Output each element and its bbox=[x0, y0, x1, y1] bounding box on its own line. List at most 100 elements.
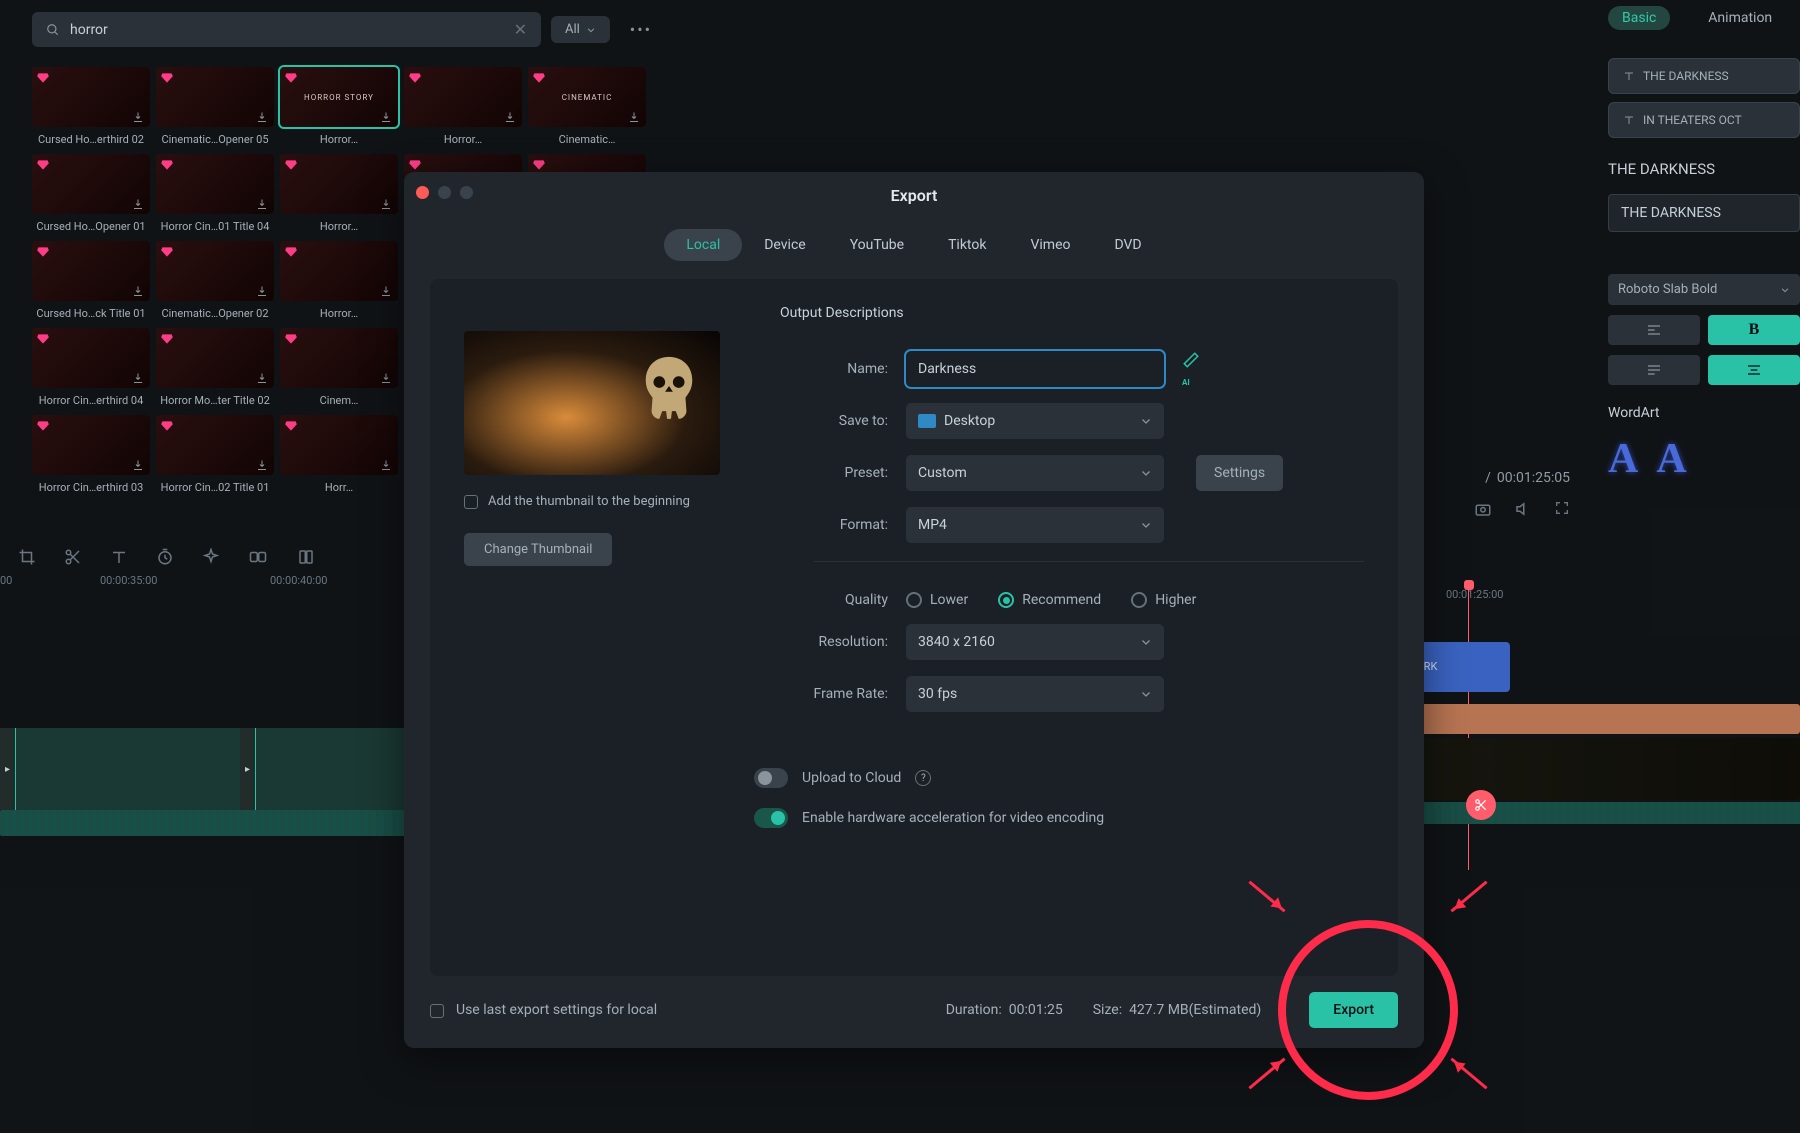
asset-item[interactable]: Horr… bbox=[280, 415, 398, 494]
download-icon[interactable] bbox=[380, 198, 392, 210]
download-icon[interactable] bbox=[380, 372, 392, 384]
close-window-button[interactable] bbox=[416, 186, 429, 199]
asset-thumbnail[interactable]: CINEMATIC bbox=[528, 67, 646, 127]
asset-thumbnail[interactable] bbox=[156, 328, 274, 388]
asset-item[interactable]: Cinematic…Opener 02 bbox=[156, 241, 274, 320]
asset-thumbnail[interactable] bbox=[280, 241, 398, 301]
asset-thumbnail[interactable] bbox=[32, 415, 150, 475]
minimize-window-button[interactable] bbox=[438, 186, 451, 199]
text-layer-item[interactable]: THE DARKNESS bbox=[1608, 58, 1800, 94]
add-thumbnail-checkbox[interactable] bbox=[464, 495, 478, 509]
justify-center-button[interactable] bbox=[1708, 355, 1800, 385]
asset-item[interactable]: Horror Cin…erthird 03 bbox=[32, 415, 150, 494]
asset-item[interactable]: Horror Cin…02 Title 01 bbox=[156, 415, 274, 494]
export-tab-local[interactable]: Local bbox=[664, 229, 742, 261]
quality-radio-higher[interactable]: Higher bbox=[1131, 592, 1196, 608]
download-icon[interactable] bbox=[132, 372, 144, 384]
download-icon[interactable] bbox=[256, 459, 268, 471]
text-icon[interactable] bbox=[110, 548, 128, 566]
upload-cloud-toggle[interactable] bbox=[754, 768, 788, 788]
export-button[interactable]: Export bbox=[1309, 992, 1398, 1028]
tab-animation[interactable]: Animation bbox=[1694, 6, 1786, 30]
keyframe-icon[interactable] bbox=[296, 548, 316, 566]
cut-button[interactable] bbox=[1466, 790, 1496, 820]
wordart-preset[interactable]: A bbox=[1608, 435, 1638, 483]
quality-radio-recommend[interactable]: Recommend bbox=[998, 592, 1101, 608]
use-last-checkbox[interactable] bbox=[430, 1004, 444, 1018]
asset-thumbnail[interactable] bbox=[280, 328, 398, 388]
export-tab-vimeo[interactable]: Vimeo bbox=[1008, 229, 1092, 261]
mask-icon[interactable] bbox=[248, 548, 268, 566]
asset-item[interactable]: Cursed Ho…erthird 02 bbox=[32, 67, 150, 146]
download-icon[interactable] bbox=[132, 459, 144, 471]
asset-item[interactable]: Horror… bbox=[280, 241, 398, 320]
download-icon[interactable] bbox=[132, 285, 144, 297]
asset-thumbnail[interactable] bbox=[156, 241, 274, 301]
export-tab-device[interactable]: Device bbox=[742, 229, 827, 261]
asset-thumbnail[interactable] bbox=[32, 154, 150, 214]
asset-thumbnail[interactable] bbox=[156, 67, 274, 127]
asset-item[interactable]: Horror… bbox=[404, 67, 522, 146]
asset-thumbnail[interactable]: HORROR STORY bbox=[280, 67, 398, 127]
asset-item[interactable]: Horror Cin…erthird 04 bbox=[32, 328, 150, 407]
wordart-preset[interactable]: A bbox=[1656, 435, 1686, 483]
asset-thumbnail[interactable] bbox=[32, 328, 150, 388]
tab-basic[interactable]: Basic bbox=[1608, 6, 1670, 30]
export-tab-tiktok[interactable]: Tiktok bbox=[926, 229, 1008, 261]
download-icon[interactable] bbox=[256, 372, 268, 384]
speaker-icon[interactable] bbox=[1514, 500, 1532, 518]
asset-item[interactable]: Horror Cin…01 Title 04 bbox=[156, 154, 274, 233]
export-tab-youtube[interactable]: YouTube bbox=[828, 229, 926, 261]
asset-item[interactable]: Cinematic…Opener 05 bbox=[156, 67, 274, 146]
search-input[interactable] bbox=[70, 22, 504, 38]
save-to-select[interactable]: Desktop bbox=[906, 403, 1164, 439]
download-icon[interactable] bbox=[256, 198, 268, 210]
download-icon[interactable] bbox=[256, 111, 268, 123]
font-family-select[interactable]: Roboto Slab Bold bbox=[1608, 274, 1800, 305]
asset-thumbnail[interactable] bbox=[156, 415, 274, 475]
title-input[interactable]: THE DARKNESS bbox=[1608, 194, 1800, 232]
asset-thumbnail[interactable] bbox=[156, 154, 274, 214]
asset-item[interactable]: Horror… bbox=[280, 154, 398, 233]
preset-settings-button[interactable]: Settings bbox=[1196, 455, 1283, 491]
name-input[interactable] bbox=[906, 351, 1164, 387]
resolution-select[interactable]: 3840 x 2160 bbox=[906, 624, 1164, 660]
preset-select[interactable]: Custom bbox=[906, 455, 1164, 491]
download-icon[interactable] bbox=[380, 285, 392, 297]
download-icon[interactable] bbox=[132, 198, 144, 210]
justify-left-button[interactable] bbox=[1608, 355, 1700, 385]
fullscreen-icon[interactable] bbox=[1554, 500, 1570, 518]
asset-thumbnail[interactable] bbox=[32, 67, 150, 127]
asset-thumbnail[interactable] bbox=[280, 154, 398, 214]
effects-icon[interactable] bbox=[202, 548, 220, 566]
search-box[interactable]: ✕ bbox=[32, 12, 541, 47]
download-icon[interactable] bbox=[132, 111, 144, 123]
asset-item[interactable]: Cinem… bbox=[280, 328, 398, 407]
clip-handle[interactable]: ▸ bbox=[240, 728, 256, 810]
bold-button[interactable]: B bbox=[1708, 315, 1800, 345]
change-thumbnail-button[interactable]: Change Thumbnail bbox=[464, 533, 612, 566]
maximize-window-button[interactable] bbox=[460, 186, 473, 199]
download-icon[interactable] bbox=[256, 285, 268, 297]
quality-radio-lower[interactable]: Lower bbox=[906, 592, 968, 608]
help-icon[interactable]: ? bbox=[915, 770, 931, 786]
hw-accel-toggle[interactable] bbox=[754, 808, 788, 828]
export-tab-dvd[interactable]: DVD bbox=[1092, 229, 1163, 261]
asset-item[interactable]: CINEMATICCinematic… bbox=[528, 67, 646, 146]
scissors-icon[interactable] bbox=[64, 548, 82, 566]
fps-select[interactable]: 30 fps bbox=[906, 676, 1164, 712]
asset-item[interactable]: Cursed Ho…Opener 01 bbox=[32, 154, 150, 233]
asset-thumbnail[interactable] bbox=[280, 415, 398, 475]
clip-handle[interactable]: ▸ bbox=[0, 728, 16, 810]
align-left-button[interactable] bbox=[1608, 315, 1700, 345]
asset-thumbnail[interactable] bbox=[404, 67, 522, 127]
asset-thumbnail[interactable] bbox=[32, 241, 150, 301]
crop-icon[interactable] bbox=[18, 548, 36, 566]
text-layer-item[interactable]: IN THEATERS OCT bbox=[1608, 102, 1800, 138]
timer-icon[interactable] bbox=[156, 548, 174, 566]
format-select[interactable]: MP4 bbox=[906, 507, 1164, 543]
more-icon[interactable]: ••• bbox=[620, 14, 662, 45]
asset-item[interactable]: Horror Mo…ter Title 02 bbox=[156, 328, 274, 407]
asset-item[interactable]: HORROR STORYHorror… bbox=[280, 67, 398, 146]
clear-icon[interactable]: ✕ bbox=[514, 20, 527, 39]
